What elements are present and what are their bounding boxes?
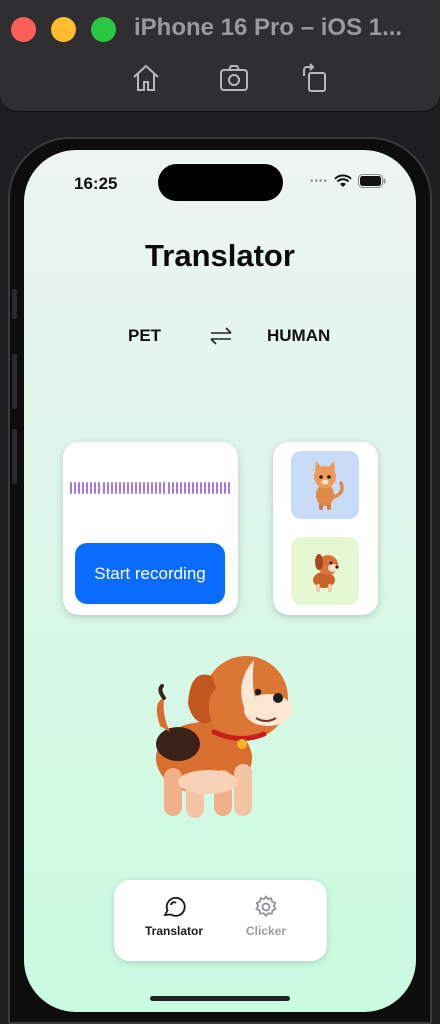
waveform-bar bbox=[175, 482, 178, 494]
waveform-bar bbox=[74, 482, 77, 494]
volume-down-button bbox=[12, 429, 17, 484]
app-screen: 16:25 •••• Translator PET HUMAN Start re… bbox=[24, 150, 416, 1012]
rotate-icon bbox=[303, 63, 326, 92]
waveform-bar bbox=[86, 482, 89, 494]
simulator-titlebar: iPhone 16 Pro – iOS 1... bbox=[0, 0, 440, 112]
home-indicator[interactable] bbox=[150, 996, 290, 1001]
waveform-bar bbox=[208, 482, 211, 494]
waveform-bar bbox=[147, 482, 150, 494]
waveform-bar bbox=[191, 482, 194, 494]
swap-arrows-icon[interactable] bbox=[208, 324, 234, 348]
waveform-bar bbox=[135, 482, 137, 494]
page-title: Translator bbox=[145, 238, 295, 273]
waveform-bar bbox=[216, 482, 219, 494]
waveform-bar bbox=[195, 482, 198, 494]
waveform-bar bbox=[200, 482, 202, 494]
simulator-window: iPhone 16 Pro – iOS 1... 16:25 •••• Tran… bbox=[0, 0, 440, 1024]
waveform-bar bbox=[126, 482, 129, 494]
waveform-bar bbox=[183, 482, 186, 494]
waveform-bar bbox=[139, 482, 142, 494]
language-switcher: PET HUMAN bbox=[24, 326, 416, 356]
waveform-bar bbox=[82, 482, 85, 494]
waveform-bar bbox=[204, 482, 207, 494]
close-window-button[interactable] bbox=[11, 17, 36, 42]
recording-card: Start recording bbox=[63, 442, 238, 615]
status-icons: •••• bbox=[310, 174, 386, 188]
waveform-bar bbox=[143, 482, 146, 494]
chat-bubble-icon bbox=[163, 896, 186, 917]
pet-tile-dog[interactable] bbox=[291, 537, 359, 605]
target-language[interactable]: HUMAN bbox=[267, 326, 330, 346]
source-language[interactable]: PET bbox=[128, 326, 161, 346]
waveform-bar bbox=[179, 482, 182, 494]
waveform-bar bbox=[78, 482, 81, 494]
dynamic-island bbox=[158, 164, 283, 201]
waveform-bar bbox=[228, 482, 231, 494]
tab-clicker[interactable]: Clicker bbox=[226, 894, 306, 938]
tab-clicker-label: Clicker bbox=[245, 924, 287, 938]
waveform-bar bbox=[94, 482, 97, 494]
action-button bbox=[12, 289, 17, 319]
waveform-bar bbox=[212, 482, 215, 494]
signal-icon: •••• bbox=[309, 175, 328, 187]
battery-icon bbox=[358, 174, 386, 188]
waveform-bar bbox=[171, 482, 174, 494]
gear-icon bbox=[255, 895, 277, 918]
waveform-bar bbox=[110, 482, 113, 494]
waveform-bar bbox=[98, 482, 101, 494]
cat-icon bbox=[314, 461, 344, 510]
waveform-bar bbox=[224, 482, 227, 494]
waveform-bar bbox=[151, 482, 154, 494]
waveform-bar bbox=[102, 482, 105, 494]
waveform-bar bbox=[220, 482, 223, 494]
home-icon bbox=[133, 64, 159, 91]
screenshot-button[interactable] bbox=[214, 58, 254, 98]
waveform-bar bbox=[163, 482, 166, 494]
waveform-bar bbox=[167, 482, 170, 494]
waveform-bar bbox=[155, 482, 158, 494]
home-button[interactable] bbox=[126, 58, 166, 98]
pet-tile-cat[interactable] bbox=[291, 451, 359, 519]
waveform-bar bbox=[114, 482, 117, 494]
rotate-button[interactable] bbox=[294, 58, 334, 98]
waveform-bar bbox=[118, 482, 121, 494]
wifi-icon bbox=[334, 174, 352, 187]
minimize-window-button[interactable] bbox=[51, 17, 76, 42]
zoom-window-button[interactable] bbox=[91, 17, 116, 42]
waveform-bar bbox=[90, 482, 93, 494]
tab-bar: Translator Clicker bbox=[114, 880, 327, 961]
waveform-bar bbox=[70, 482, 72, 494]
start-recording-button[interactable]: Start recording bbox=[75, 543, 225, 604]
tab-translator-label: Translator bbox=[144, 924, 204, 938]
status-time: 16:25 bbox=[74, 174, 118, 193]
dog-icon bbox=[313, 554, 339, 592]
waveform-bar bbox=[122, 482, 125, 494]
waveform-bar bbox=[106, 482, 109, 494]
dog-mascot-illustration bbox=[156, 656, 292, 818]
simulator-title: iPhone 16 Pro – iOS 1... bbox=[134, 14, 403, 41]
waveform-bar bbox=[130, 482, 133, 494]
screenshot-icon bbox=[220, 65, 248, 91]
audio-waveform bbox=[70, 482, 231, 494]
waveform-bar bbox=[187, 482, 190, 494]
tab-translator[interactable]: Translator bbox=[134, 894, 214, 938]
waveform-bar bbox=[159, 482, 162, 494]
pet-selector bbox=[273, 442, 378, 615]
volume-up-button bbox=[12, 354, 17, 409]
